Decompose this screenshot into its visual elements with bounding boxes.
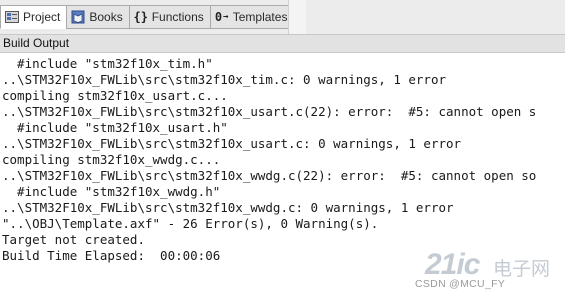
templates-icon: 0 →	[214, 10, 229, 24]
tab-label: Books	[89, 10, 123, 24]
tab-label: Project	[23, 10, 61, 24]
output-line: #include "stm32f10x_wwdg.h"	[2, 184, 221, 199]
tab-templates[interactable]: 0 → Templates	[209, 5, 295, 29]
tab-strip: Project Books {} Functions 0 → Templates	[0, 5, 295, 29]
output-line: Target not created.	[2, 232, 145, 247]
output-line: ..\STM32F10x_FWLib\src\stm32f10x_tim.c: …	[2, 72, 447, 87]
tab-strip-spacer	[288, 0, 307, 34]
build-output-pane[interactable]: #include "stm32f10x_tim.h" ..\STM32F10x_…	[0, 53, 565, 298]
tab-books[interactable]: Books	[66, 5, 130, 29]
output-line: ..\STM32F10x_FWLib\src\stm32f10x_wwdg.c:…	[2, 200, 454, 215]
output-line: compiling stm32f10x_usart.c...	[2, 88, 228, 103]
output-line: Build Time Elapsed: 00:00:06	[2, 248, 221, 263]
tab-functions[interactable]: {} Functions	[128, 5, 211, 29]
tab-strip-background	[306, 0, 565, 34]
output-line: ..\STM32F10x_FWLib\src\stm32f10x_usart.c…	[2, 136, 462, 151]
project-icon	[4, 9, 20, 25]
output-line: ..\STM32F10x_FWLib\src\stm32f10x_usart.c…	[2, 104, 537, 119]
tab-label: Functions	[151, 10, 204, 24]
output-line: #include "stm32f10x_tim.h"	[2, 56, 213, 71]
functions-icon: {}	[133, 10, 148, 24]
output-line: "..\OBJ\Template.axf" - 26 Error(s), 0 W…	[2, 216, 379, 231]
output-line: #include "stm32f10x_usart.h"	[2, 120, 228, 135]
tab-project[interactable]: Project	[0, 5, 68, 29]
tab-label: Templates	[232, 10, 288, 24]
output-line: compiling stm32f10x_wwdg.c...	[2, 152, 221, 167]
build-output-title: Build Output	[0, 34, 565, 53]
output-line: ..\STM32F10x_FWLib\src\stm32f10x_wwdg.c(…	[2, 168, 537, 183]
books-icon	[70, 9, 86, 25]
